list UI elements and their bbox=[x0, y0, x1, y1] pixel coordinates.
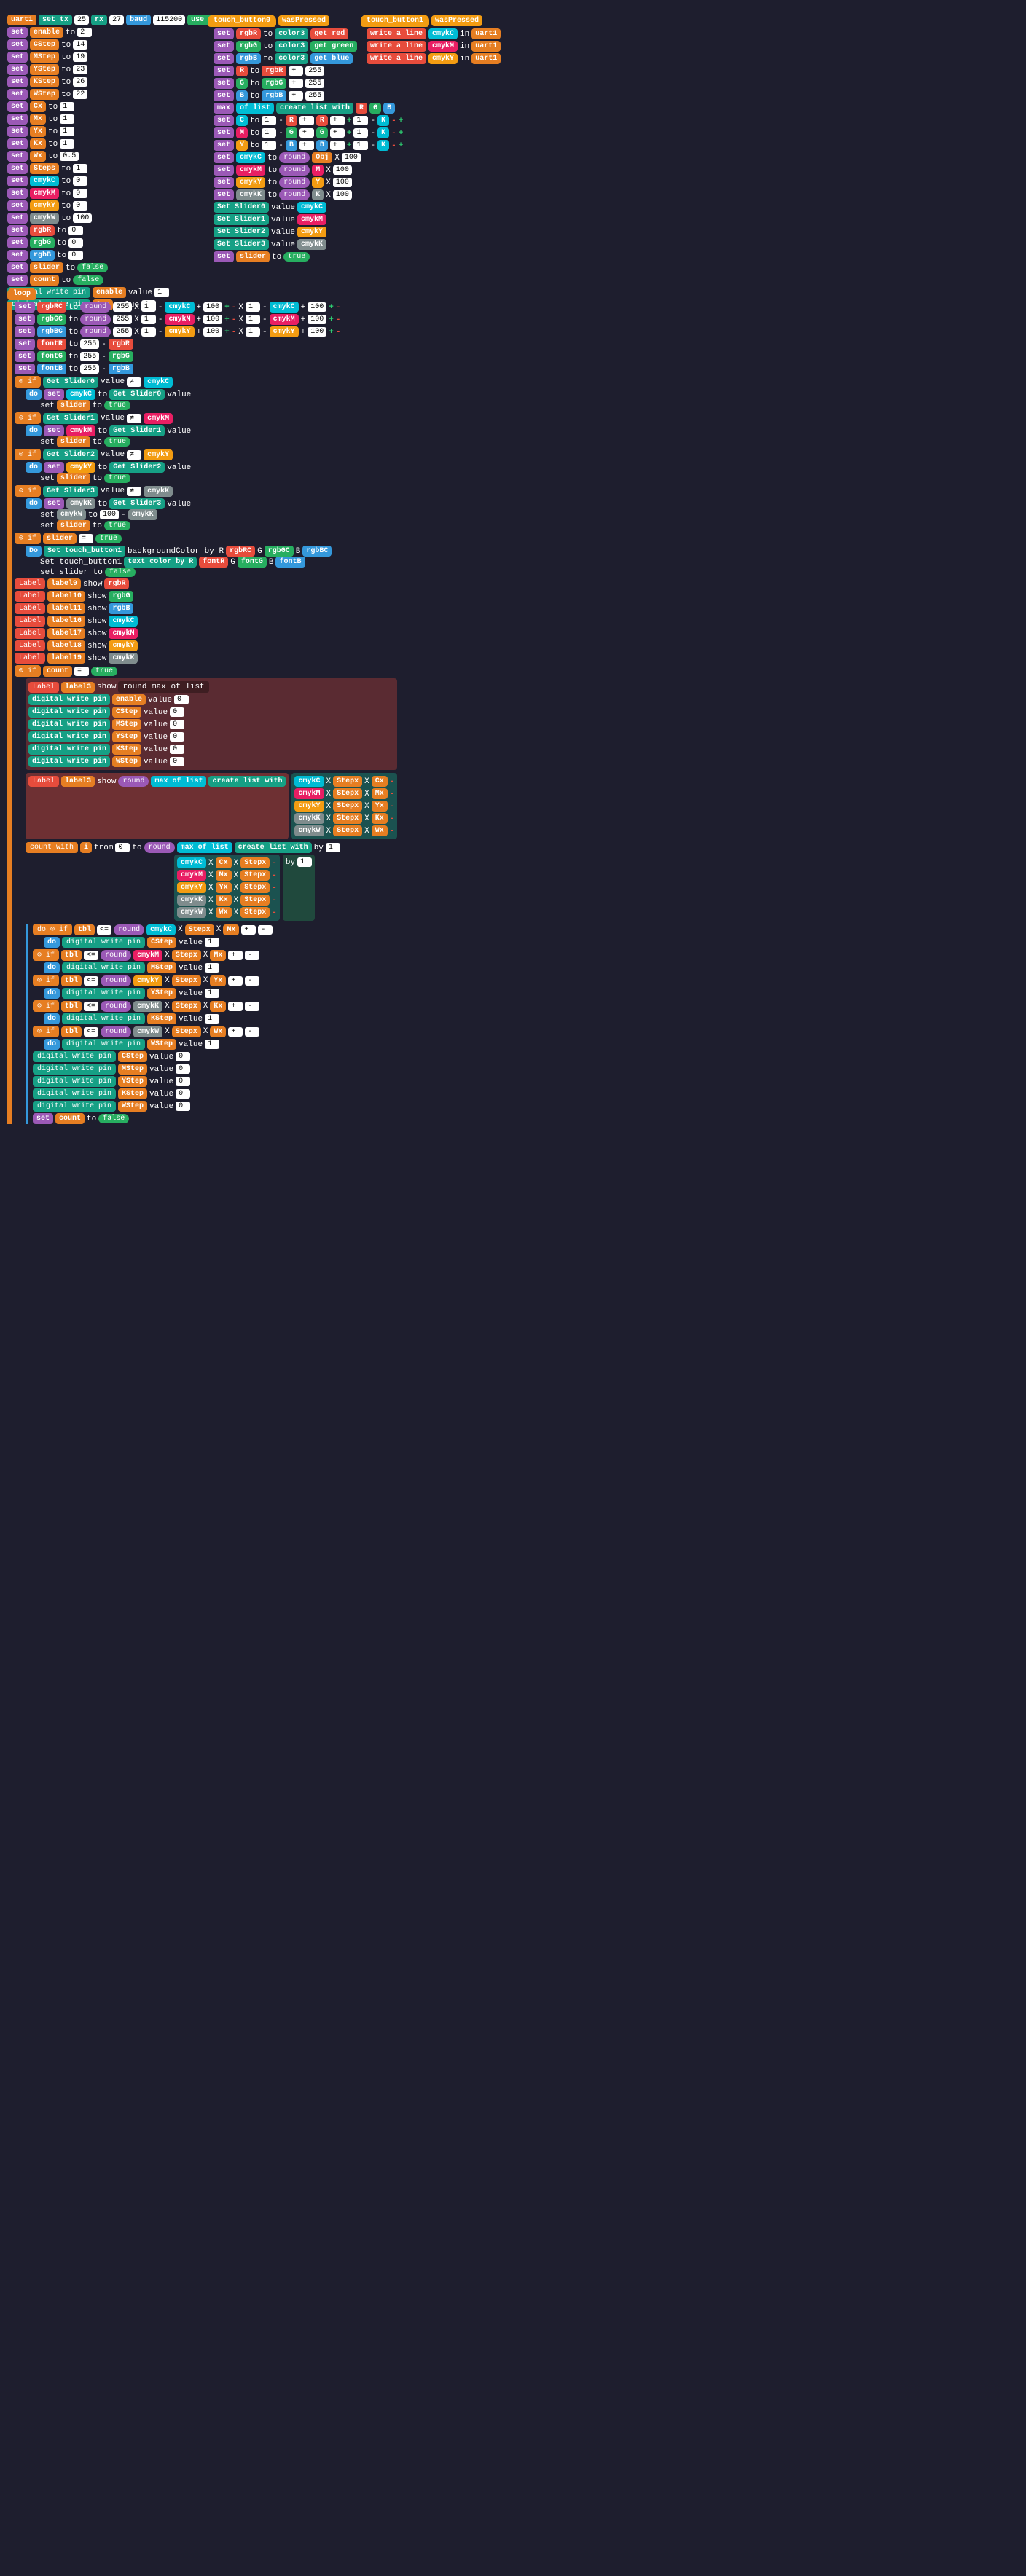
do-write-mstep: do digital write pin MStep value 1 bbox=[44, 962, 397, 973]
if-w-block: ⊙ if tbl <= round cmykW X Stepx X Wx + - bbox=[33, 1026, 397, 1037]
set-slider2: Set Slider2 value cmykY bbox=[214, 227, 403, 237]
set-g-row: set G to rgbG + 255 bbox=[214, 78, 403, 89]
set-slider1: Set Slider1 value cmykM bbox=[214, 214, 403, 225]
rx-block: rx bbox=[91, 15, 107, 25]
label16-show: Label label16 show cmykC bbox=[15, 616, 397, 627]
write-cmyky: write a line cmykY in uart1 bbox=[367, 53, 501, 64]
set-slider3: Set Slider3 value cmykK bbox=[214, 239, 403, 250]
set-rgbbc: set rgbBC to round 255 X 1 - cmykY + 100… bbox=[15, 326, 397, 337]
do-write-ystep: do digital write pin YStep value 1 bbox=[44, 988, 397, 999]
label17-show: Label label17 show cmykM bbox=[15, 628, 397, 639]
set-slider0: Set Slider0 value cmykC bbox=[214, 202, 403, 213]
do-write-wstep: do digital write pin WStep value 1 bbox=[44, 1039, 397, 1050]
do-slider2: do set cmykY to Get Slider2 value set sl… bbox=[26, 462, 397, 484]
loop-section: loop set rgbRC to round 255 X 1 - cmykC … bbox=[7, 288, 397, 1124]
tb1-body: write a line cmykC in uart1 write a line… bbox=[367, 28, 501, 64]
label9-show: Label label9 show rgbR bbox=[15, 578, 397, 589]
label11-show: Label label11 show rgbB bbox=[15, 603, 397, 614]
set-m-row: set M to 1 - G + G + + 1 - K - + bbox=[214, 127, 403, 138]
count-with-list: cmykC X Cx X Stepx - cmykM X Mx X bbox=[174, 855, 280, 921]
if-c-block: do ⊙ if tbl <= round cmykC X Stepx X Mx … bbox=[33, 924, 397, 935]
do-slider1: do set cmykM to Get Slider1 value set sl… bbox=[26, 425, 397, 447]
if-slider2-header: ⊙ if Get Slider2 value ≠ cmykY bbox=[15, 449, 397, 460]
label3-show-right: cmykC X Stepx X Cx - cmykM X Stepx X bbox=[291, 773, 397, 839]
do-slider3: do set cmykK to Get Slider3 value set cm… bbox=[26, 498, 397, 531]
set-fontb: set fontB to 255 - rgbB bbox=[15, 364, 397, 374]
write-cmykm: write a line cmykM in uart1 bbox=[367, 41, 501, 52]
set-cmykm-round: set cmykM to round M X 100 bbox=[214, 165, 403, 176]
set-fontg: set fontG to 255 - rgbG bbox=[15, 351, 397, 362]
count-with-by: by 1 bbox=[283, 855, 315, 921]
set-y-row: set Y to 1 - B + B + + 1 - K - + bbox=[214, 140, 403, 151]
label19-show: Label label19 show cmykK bbox=[15, 653, 397, 664]
if-y-block: ⊙ if tbl <= round cmykY X Stepx X Yx + - bbox=[33, 975, 397, 986]
set-count-row: set count to false bbox=[7, 275, 246, 286]
set-fontr: set fontR to 255 - rgbR bbox=[15, 339, 397, 350]
set-rgbrc: set rgbRC to round 255 X 1 - cmykC + 100… bbox=[15, 302, 397, 313]
if-m-block: ⊙ if tbl <= round cmykM X Stepx X Mx + - bbox=[33, 949, 397, 961]
set-rgbgc: set rgbGC to round 255 X 1 - cmykM + 100… bbox=[15, 314, 397, 325]
label10-show: Label label10 show rgbG bbox=[15, 591, 397, 602]
final-write-kstep: digital write pin KStep value 0 bbox=[33, 1088, 397, 1099]
touch-button1-section: touch_button1 wasPressed write a line cm… bbox=[361, 15, 501, 64]
count-section-bg: Label label3 show round max of list digi… bbox=[26, 678, 397, 770]
if-slider-true-header: ⊙ if slider = true bbox=[15, 533, 397, 544]
uart1-label: uart1 bbox=[7, 15, 36, 25]
set-b-row: set B to rgbB + 255 bbox=[214, 90, 403, 101]
count-do-body: do ⊙ if tbl <= round cmykC X Stepx X Mx … bbox=[26, 924, 397, 1124]
final-write-cstep: digital write pin CStep value 0 bbox=[33, 1051, 397, 1062]
final-write-wstep: digital write pin WStep value 0 bbox=[33, 1101, 397, 1112]
do-slider-true: Do Set touch_button1 backgroundColor by … bbox=[26, 546, 397, 577]
loop-header: loop bbox=[7, 288, 397, 300]
loop-body: set rgbRC to round 255 X 1 - cmykC + 100… bbox=[7, 302, 397, 1124]
label18-show: Label label18 show cmykY bbox=[15, 640, 397, 651]
set-r-row: set R to rgbR + 255 bbox=[214, 66, 403, 76]
rx-value[interactable]: 27 bbox=[109, 15, 124, 25]
if-slider0-header: ⊙ if Get Slider0 value ≠ cmykC bbox=[15, 376, 397, 388]
write-cmykc: write a line cmykC in uart1 bbox=[367, 28, 501, 39]
tx-value[interactable]: 25 bbox=[74, 15, 89, 25]
if-count-true-header: ⊙ if count = true bbox=[15, 665, 397, 677]
count-with-container: cmykC X Cx X Stepx - cmykM X Mx X bbox=[26, 855, 397, 921]
set-c-row: set C to 1 - R + R + + 1 - K - + bbox=[214, 115, 403, 126]
do-count-true: Label label3 show round max of list digi… bbox=[26, 678, 397, 1124]
tb1-header: touch_button1 wasPressed bbox=[361, 15, 501, 27]
do-slider0: do set cmykC to Get Slider0 value set sl… bbox=[26, 389, 397, 411]
final-write-mstep: digital write pin MStep value 0 bbox=[33, 1064, 397, 1075]
count-with-header: count with i from 0 to round max of list… bbox=[26, 842, 397, 853]
set-tx-block[interactable]: set tx bbox=[39, 15, 72, 25]
baud-value[interactable]: 115200 bbox=[153, 15, 185, 25]
set-slider-row: set slider to false bbox=[7, 262, 246, 273]
enable-val[interactable]: 2 bbox=[77, 28, 92, 37]
set-slider-true: set slider to true bbox=[214, 251, 403, 262]
label3-show-container: Label label3 show round max of list crea… bbox=[26, 773, 397, 839]
max-list-row: max of list create list with R G B bbox=[214, 103, 403, 114]
baud-block: baud bbox=[126, 15, 151, 25]
label3-show-left: Label label3 show round max of list crea… bbox=[26, 773, 289, 839]
if-slider3-header: ⊙ if Get Slider3 value ≠ cmykK bbox=[15, 485, 397, 497]
do-write-cstep: do digital write pin CStep value 1 bbox=[44, 937, 397, 948]
final-write-ystep: digital write pin YStep value 0 bbox=[33, 1076, 397, 1087]
set-cmykc-round: set cmykC to round Obj X 100 bbox=[214, 152, 403, 163]
if-slider1-header: ⊙ if Get Slider1 value ≠ cmykM bbox=[15, 412, 397, 424]
set-cmyky-round: set cmykY to round Y X 100 bbox=[214, 177, 403, 188]
set-cmykk-round: set cmykK to round K X 100 bbox=[214, 189, 403, 200]
set-enable-kw: set bbox=[7, 27, 28, 38]
if-k-block: ⊙ if tbl <= round cmykK X Stepx X Kx + - bbox=[33, 1000, 397, 1012]
set-count-false: set count to false bbox=[33, 1113, 397, 1124]
workspace: uart1 set tx 25 rx 27 baud 115200 use ua… bbox=[0, 0, 1026, 2576]
enable-var: enable bbox=[30, 27, 63, 38]
do-write-kstep: do digital write pin KStep value 1 bbox=[44, 1013, 397, 1024]
